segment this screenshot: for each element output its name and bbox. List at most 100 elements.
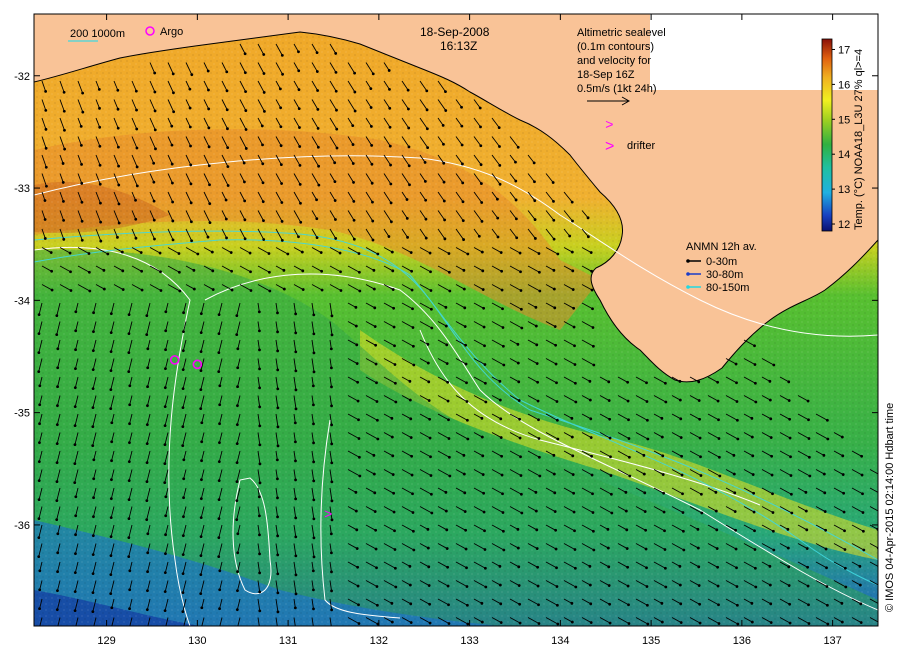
velocity-arrow-head [43, 199, 47, 202]
velocity-arrow-head [444, 109, 448, 112]
velocity-arrow-head [74, 367, 77, 371]
velocity-arrow-head [257, 310, 261, 314]
velocity-arrow-head [429, 289, 433, 292]
velocity-arrow-head [230, 288, 234, 292]
velocity-arrow-head [74, 310, 78, 314]
velocity-arrow-head [734, 362, 738, 366]
velocity-arrow-head [392, 491, 396, 495]
velocity-arrow-head [391, 454, 395, 458]
velocity-arrow-head [862, 548, 866, 552]
velocity-arrow-head [462, 268, 466, 272]
velocity-arrow-head [572, 306, 576, 310]
velocity-arrow-head [533, 180, 536, 184]
velocity-arrow-head [842, 491, 846, 495]
velocity-arrow-head [81, 110, 85, 114]
velocity-arrow-head [207, 145, 211, 149]
velocity-arrow-head [200, 421, 204, 425]
velocity-arrow-head [74, 514, 78, 518]
velocity-arrow-head [261, 181, 265, 185]
velocity-arrow-head [102, 268, 106, 272]
velocity-arrow-head [258, 590, 262, 594]
velocity-arrow-head [753, 363, 757, 366]
velocity-arrow-head [841, 454, 845, 458]
velocity-arrow-head [448, 474, 452, 478]
velocity-arrow-head [392, 306, 396, 310]
velocity-arrow-head [293, 421, 297, 425]
velocity-arrow-head [878, 603, 881, 606]
velocity-arrow-head [716, 380, 720, 384]
velocity-arrow-head [50, 288, 54, 292]
velocity-arrow-head [591, 492, 594, 496]
velocity-arrow-head [498, 145, 501, 148]
velocity-arrow-head [109, 554, 113, 558]
velocity-arrow-head [880, 493, 883, 496]
velocity-arrow-head [145, 480, 149, 484]
velocity-arrow-head [572, 491, 576, 495]
velocity-arrow-head [465, 400, 469, 403]
velocity-arrow-head [182, 496, 185, 500]
velocity-arrow-head [333, 199, 337, 202]
velocity-arrow-head [49, 251, 53, 254]
velocity-arrow-head [226, 165, 230, 168]
velocity-arrow-head [244, 128, 248, 131]
velocity-arrow-head [164, 329, 168, 333]
velocity-arrow-head [73, 462, 77, 466]
velocity-arrow-head [134, 89, 138, 93]
velocity-arrow-head [518, 436, 522, 440]
velocity-arrow-head [463, 325, 467, 328]
velocity-arrow-head [297, 88, 301, 92]
velocity-arrow-head [146, 404, 149, 408]
velocity-arrow-head [352, 199, 356, 203]
velocity-arrow-head [218, 384, 222, 388]
velocity-arrow-head [643, 491, 647, 495]
velocity-arrow-head [333, 180, 337, 184]
velocity-arrow-head [355, 343, 359, 347]
velocity-arrow-head [276, 425, 280, 429]
velocity-arrow-head [68, 251, 72, 255]
velocity-arrow-head [516, 145, 520, 149]
velocity-arrow-head [860, 473, 864, 477]
velocity-arrow-head [152, 199, 156, 203]
velocity-arrow-head [356, 399, 360, 403]
velocity-arrow-head [242, 161, 246, 165]
velocity-arrow-head [55, 518, 59, 521]
velocity-arrow-head [627, 455, 631, 459]
velocity-arrow-head [181, 444, 185, 447]
velocity-arrow-head [244, 147, 248, 150]
velocity-arrow-head [181, 610, 185, 614]
velocity-arrow-head [607, 380, 611, 384]
velocity-arrow-head [139, 251, 143, 254]
anmn-legend-item: 80-150m [706, 282, 749, 294]
velocity-arrow-head [74, 348, 77, 352]
velocity-arrow-head [516, 361, 520, 365]
velocity-arrow-head [358, 474, 362, 478]
velocity-arrow-head [163, 386, 167, 390]
velocity-arrow-head [276, 387, 280, 391]
velocity-arrow-head [858, 583, 862, 587]
velocity-arrow-head [55, 314, 59, 318]
velocity-arrow-head [499, 251, 503, 254]
velocity-arrow-head [427, 399, 431, 402]
velocity-arrow-head [552, 199, 555, 203]
velocity-arrow-head [298, 164, 302, 167]
velocity-arrow-head [218, 441, 221, 445]
velocity-arrow-head [642, 472, 646, 476]
velocity-arrow-head [390, 601, 394, 605]
velocity-arrow-head [444, 305, 448, 309]
velocity-arrow-head [87, 252, 91, 255]
velocity-arrow-head [217, 555, 221, 558]
velocity-arrow-head [56, 551, 60, 555]
velocity-arrow-head [625, 528, 629, 532]
velocity-arrow-head [606, 527, 610, 531]
velocity-arrow-head [408, 564, 412, 568]
velocity-arrow-head [374, 343, 378, 347]
velocity-arrow-head [37, 479, 41, 483]
velocity-arrow-head [586, 235, 590, 239]
velocity-arrow-head [627, 418, 630, 422]
velocity-arrow-head [163, 405, 167, 409]
velocity-arrow-head [127, 479, 131, 483]
velocity-arrow-head [353, 109, 357, 113]
velocity-arrow-head [843, 566, 847, 570]
velocity-arrow-head [426, 546, 430, 550]
velocity-arrow-head [258, 348, 261, 352]
